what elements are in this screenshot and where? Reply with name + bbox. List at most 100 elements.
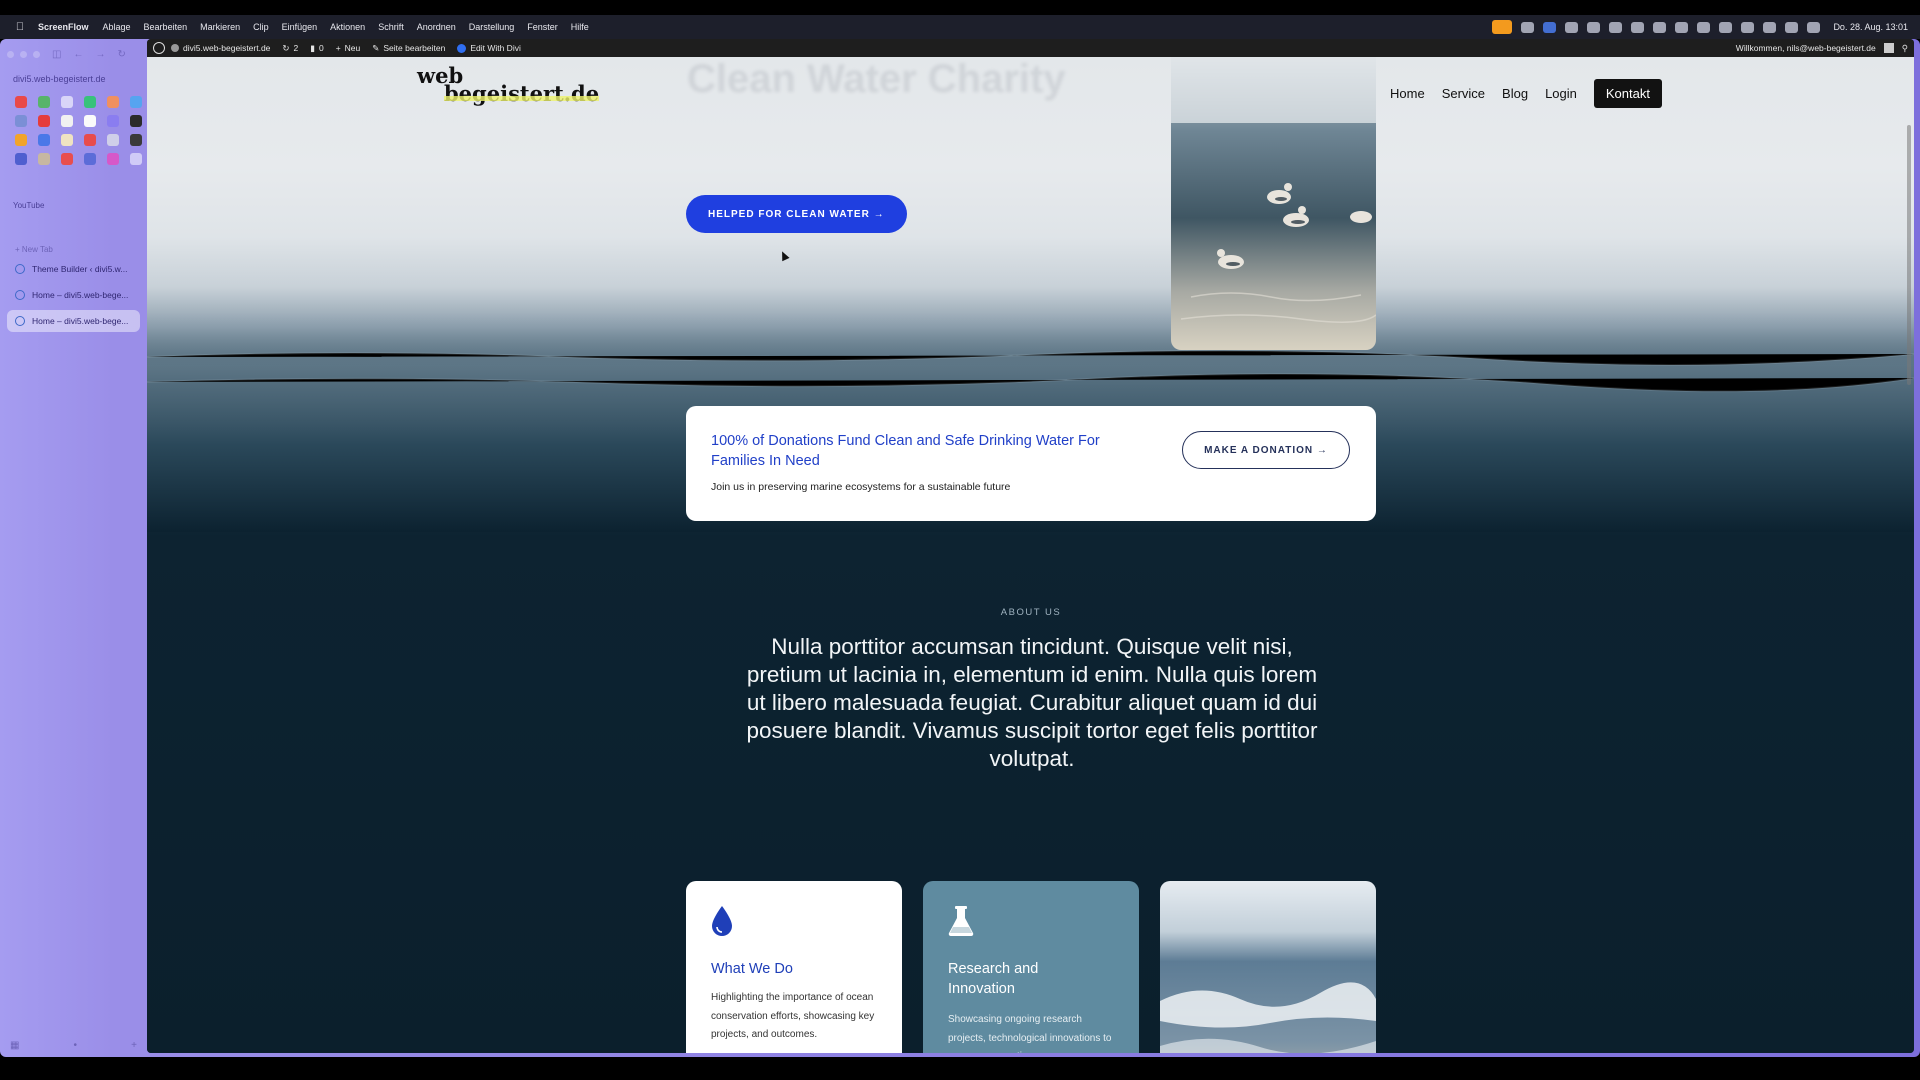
what-we-do-card[interactable]: What We Do Highlighting the importance o… (686, 881, 902, 1053)
favorite-icon[interactable] (130, 153, 142, 165)
menu-fenster[interactable]: Fenster (527, 22, 558, 32)
vpn-icon[interactable] (1609, 21, 1623, 33)
admin-comments[interactable]: ▮ 0 (310, 43, 323, 54)
pinned-favorites (15, 96, 142, 165)
hero-cta-button[interactable]: HELPED FOR CLEAN WATER → (686, 195, 907, 233)
menu-ablage[interactable]: Ablage (103, 22, 131, 32)
menu-aktionen[interactable]: Aktionen (330, 22, 365, 32)
wordpress-logo-icon[interactable] (153, 42, 165, 54)
favorite-icon[interactable] (130, 115, 142, 127)
space-dot-icon[interactable]: • (74, 1040, 78, 1051)
wordpress-icon (15, 316, 25, 326)
card-title: What We Do (711, 961, 793, 977)
menubar-clock[interactable]: Do. 28. Aug. 13:01 (1833, 22, 1908, 32)
play-icon[interactable] (1675, 21, 1689, 33)
app-status-icon[interactable] (1543, 21, 1557, 33)
sidebar-section-label[interactable]: YouTube (13, 201, 140, 210)
zoom-window-button[interactable] (33, 50, 40, 58)
sidebar-tab[interactable]: Home – divi5.web-bege... (7, 284, 140, 306)
screen-record-icon[interactable] (1521, 21, 1535, 33)
apple-menu-icon[interactable]:  (12, 19, 28, 35)
favorite-icon[interactable] (38, 115, 50, 127)
app-menu[interactable]: ScreenFlow (38, 22, 89, 32)
admin-edit-page[interactable]: ✎ Seite bearbeiten (372, 43, 445, 54)
back-arrow-icon[interactable]: ← (73, 49, 83, 60)
ocean-waves-image (1160, 881, 1376, 1053)
favorite-icon[interactable] (84, 153, 96, 165)
tab-label: Theme Builder ‹ divi5.w... (32, 264, 128, 274)
microphone-icon[interactable] (1492, 20, 1513, 34)
favorite-icon[interactable] (107, 153, 119, 165)
favorite-icon[interactable] (130, 96, 142, 108)
site-logo[interactable]: web begeistert.de (417, 65, 599, 104)
new-tab-button[interactable]: + New Tab (15, 245, 140, 254)
forward-arrow-icon[interactable]: → (95, 49, 105, 60)
favorite-icon[interactable] (15, 153, 27, 165)
time-machine-icon[interactable] (1697, 21, 1711, 33)
cloud-icon[interactable] (1587, 21, 1601, 33)
research-innovation-card[interactable]: Research and Innovation Showcasing ongoi… (923, 881, 1139, 1053)
add-space-icon[interactable]: + (131, 1040, 137, 1051)
archive-icon[interactable]: ▦ (10, 1040, 19, 1051)
sidebar-tab[interactable]: Theme Builder ‹ divi5.w... (7, 258, 140, 280)
sidebar-tab-active[interactable]: Home – divi5.web-bege... (7, 310, 140, 332)
admin-updates[interactable]: ↻ 2 (282, 43, 298, 54)
favorite-icon[interactable] (38, 96, 50, 108)
admin-account[interactable]: Willkommen, nils@web-begeistert.de ⚲ (1736, 43, 1908, 54)
clipboard-icon[interactable] (1631, 21, 1645, 33)
favorite-icon[interactable] (61, 115, 73, 127)
menu-darstellung[interactable]: Darstellung (469, 22, 515, 32)
spotlight-search-icon[interactable] (1785, 21, 1799, 33)
make-donation-button[interactable]: MAKE A DONATION → (1182, 431, 1350, 469)
minimize-window-button[interactable] (20, 50, 27, 58)
avatar (1883, 43, 1894, 53)
favorite-icon[interactable] (130, 134, 142, 146)
control-center-icon[interactable] (1807, 21, 1821, 33)
web-page: divi5.web-begeistert.de ↻ 2 ▮ 0 + Neu ✎ Seit… (147, 39, 1914, 1053)
favorite-icon[interactable] (107, 115, 119, 127)
nav-login[interactable]: Login (1545, 86, 1577, 101)
favorite-icon[interactable] (84, 134, 96, 146)
admin-edit-divi[interactable]: Edit With Divi (457, 43, 521, 53)
close-window-button[interactable] (7, 50, 14, 58)
favorite-icon[interactable] (15, 96, 27, 108)
nav-blog[interactable]: Blog (1502, 86, 1528, 101)
wifi-icon[interactable] (1763, 21, 1777, 33)
menu-schrift[interactable]: Schrift (378, 22, 404, 32)
favorite-icon[interactable] (61, 153, 73, 165)
battery-icon[interactable] (1741, 21, 1755, 33)
flask-icon (948, 906, 974, 937)
sidebar-toggle-icon[interactable]: ◫ (52, 49, 61, 60)
status-tray: Do. 28. Aug. 13:01 (1492, 20, 1908, 34)
favorite-icon[interactable] (61, 134, 73, 146)
favorite-icon[interactable] (38, 153, 50, 165)
comment-icon: ▮ (310, 42, 315, 53)
admin-site-link[interactable]: divi5.web-begeistert.de (171, 43, 270, 53)
nav-service[interactable]: Service (1442, 86, 1485, 101)
menu-einfuegen[interactable]: Einfügen (282, 22, 318, 32)
menu-hilfe[interactable]: Hilfe (571, 22, 589, 32)
nav-kontakt-button[interactable]: Kontakt (1593, 79, 1662, 108)
menu-clip[interactable]: Clip (253, 22, 269, 32)
favorite-icon[interactable] (15, 134, 27, 146)
menu-anordnen[interactable]: Anordnen (417, 22, 456, 32)
page-scrollbar[interactable] (1907, 125, 1911, 385)
favorite-icon[interactable] (107, 96, 119, 108)
url-bar[interactable]: divi5.web-begeistert.de (7, 74, 140, 84)
favorite-icon[interactable] (61, 96, 73, 108)
reload-icon[interactable]: ↻ (117, 49, 125, 60)
admin-new[interactable]: + Neu (336, 43, 361, 53)
menu-markieren[interactable]: Markieren (200, 22, 240, 32)
display-icon[interactable] (1719, 21, 1733, 33)
favorite-icon[interactable] (84, 115, 96, 127)
favorite-icon[interactable] (107, 134, 119, 146)
sync-icon[interactable] (1565, 21, 1579, 33)
favorite-icon[interactable] (84, 96, 96, 108)
logo-line-2: begeistert.de (417, 83, 599, 104)
favorite-icon[interactable] (15, 115, 27, 127)
extension-icon[interactable] (1653, 21, 1667, 33)
favorite-icon[interactable] (38, 134, 50, 146)
menu-bearbeiten[interactable]: Bearbeiten (144, 22, 188, 32)
search-icon[interactable]: ⚲ (1902, 43, 1908, 54)
nav-home[interactable]: Home (1390, 86, 1425, 101)
